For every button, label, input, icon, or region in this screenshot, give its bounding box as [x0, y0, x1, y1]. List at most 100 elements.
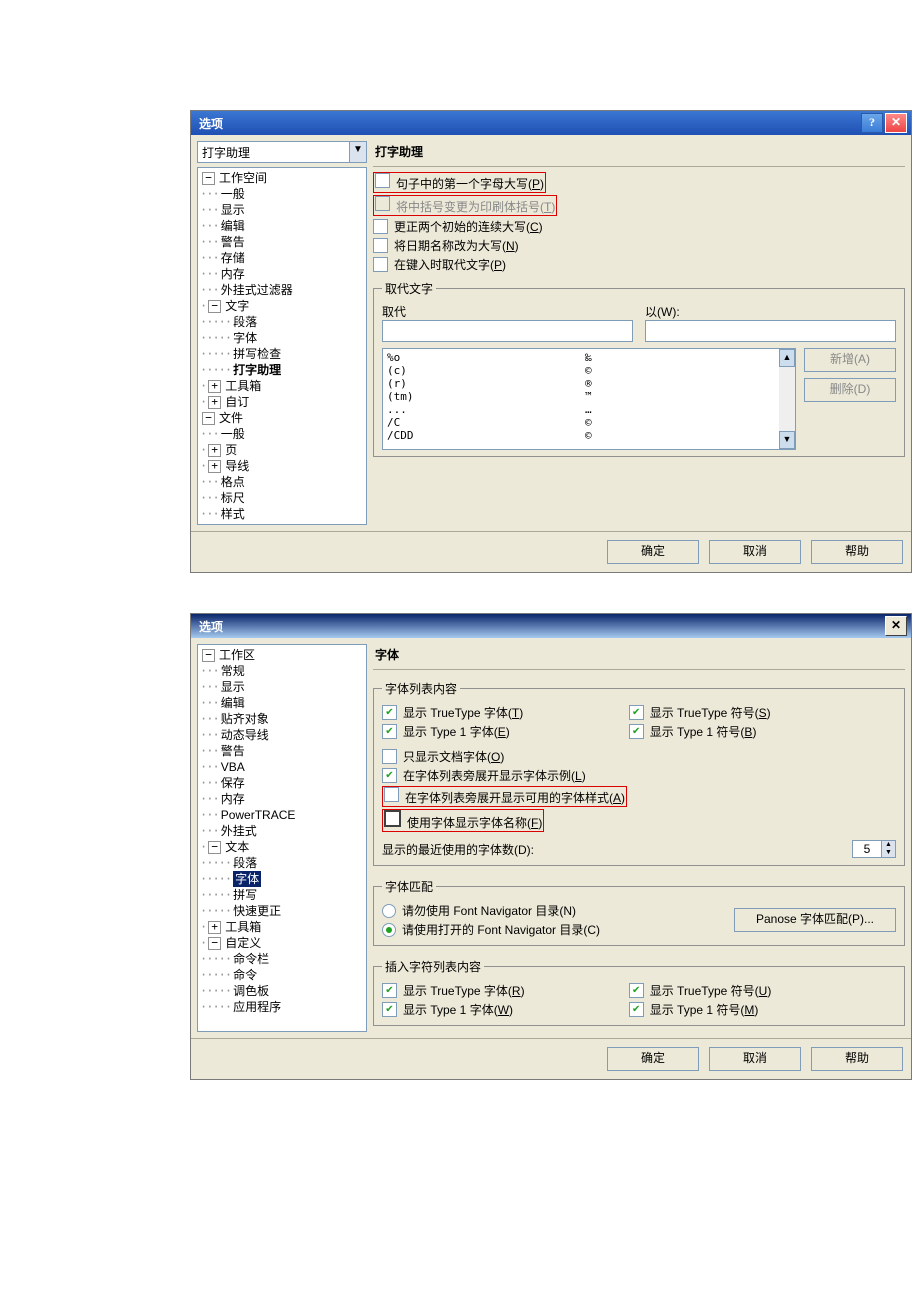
checkbox-option[interactable]: 显示 TrueType 字体(T): [382, 703, 629, 722]
checkbox-icon[interactable]: [629, 1002, 644, 1017]
tree-node[interactable]: ·····段落: [198, 855, 366, 871]
tree-toggle-icon[interactable]: −: [208, 300, 221, 313]
tree-node[interactable]: ···显示: [198, 679, 366, 695]
tree-node[interactable]: ···VBA: [198, 759, 366, 775]
delete-button[interactable]: 删除(D): [804, 378, 896, 402]
radio-option[interactable]: 请使用打开的 Font Navigator 目录(C): [382, 920, 734, 939]
category-tree[interactable]: −工作空间···一般···显示···编辑···警告···存储···内存···外挂…: [197, 167, 367, 525]
chevron-down-icon[interactable]: ▼: [349, 142, 366, 162]
tree-node[interactable]: ·+工具箱: [198, 919, 366, 935]
category-combo[interactable]: 打字助理 ▼: [197, 141, 367, 163]
tree-node[interactable]: ·+页: [198, 442, 366, 458]
cancel-button[interactable]: 取消: [709, 540, 801, 564]
checkbox-option[interactable]: 在字体列表旁展开显示可用的字体样式(A): [382, 785, 896, 808]
scroll-down-icon[interactable]: ▼: [779, 431, 795, 449]
checkbox-icon[interactable]: [384, 787, 399, 802]
ok-button[interactable]: 确定: [607, 1047, 699, 1071]
tree-node[interactable]: ···贴齐对象: [198, 711, 366, 727]
checkbox-option[interactable]: 更正两个初始的连续大写(C): [373, 217, 905, 236]
tree-toggle-icon[interactable]: +: [208, 380, 221, 393]
tree-toggle-icon[interactable]: +: [208, 460, 221, 473]
replace-input[interactable]: [382, 320, 633, 342]
radio-icon[interactable]: [382, 904, 396, 918]
checkbox-option[interactable]: 将日期名称改为大写(N): [373, 236, 905, 255]
tree-node[interactable]: ···动态导线: [198, 727, 366, 743]
checkbox-icon[interactable]: [382, 705, 397, 720]
tree-node[interactable]: −工作空间: [198, 170, 366, 186]
tree-node[interactable]: ·····字体: [198, 871, 366, 887]
tree-node[interactable]: ···警告: [198, 234, 366, 250]
tree-node[interactable]: ·+自订: [198, 394, 366, 410]
close-icon[interactable]: ✕: [885, 616, 907, 636]
checkbox-option[interactable]: 显示 Type 1 符号(B): [629, 722, 876, 741]
tree-node[interactable]: ·····应用程序: [198, 999, 366, 1015]
checkbox-option[interactable]: 将中括号变更为印刷体括号(T): [373, 194, 905, 217]
checkbox-icon[interactable]: [375, 196, 390, 211]
recent-value[interactable]: [853, 841, 881, 857]
tree-node[interactable]: ·····快速更正: [198, 903, 366, 919]
checkbox-icon[interactable]: [382, 983, 397, 998]
tree-node[interactable]: ·····命令栏: [198, 951, 366, 967]
help-button[interactable]: 帮助: [811, 1047, 903, 1071]
checkbox-icon[interactable]: [375, 173, 390, 188]
tree-node[interactable]: ···PowerTRACE: [198, 807, 366, 823]
tree-node[interactable]: ·····段落: [198, 314, 366, 330]
checkbox-icon[interactable]: [373, 238, 388, 253]
tree-node[interactable]: ···内存: [198, 791, 366, 807]
checkbox-option[interactable]: 只显示文档字体(O): [382, 747, 896, 766]
tree-node[interactable]: ·−自定义: [198, 935, 366, 951]
tree-toggle-icon[interactable]: −: [202, 412, 215, 425]
tree-toggle-icon[interactable]: −: [208, 841, 221, 854]
checkbox-icon[interactable]: [382, 768, 397, 783]
help-button[interactable]: 帮助: [811, 540, 903, 564]
tree-node[interactable]: ···格点: [198, 474, 366, 490]
tree-node[interactable]: ···常规: [198, 663, 366, 679]
checkbox-icon[interactable]: [373, 257, 388, 272]
tree-toggle-icon[interactable]: −: [208, 937, 221, 950]
panose-button[interactable]: Panose 字体匹配(P)...: [734, 908, 896, 932]
checkbox-icon[interactable]: [382, 749, 397, 764]
tree-node[interactable]: ···外挂式过滤器: [198, 282, 366, 298]
checkbox-icon[interactable]: [382, 724, 397, 739]
tree-node[interactable]: ·····打字助理: [198, 362, 366, 378]
radio-icon[interactable]: [382, 923, 396, 937]
tree-node[interactable]: ···编辑: [198, 695, 366, 711]
checkbox-option[interactable]: 显示 TrueType 符号(S): [629, 703, 876, 722]
checkbox-option[interactable]: 句子中的第一个字母大写(P): [373, 171, 905, 194]
tree-node[interactable]: ···显示: [198, 202, 366, 218]
tree-node[interactable]: ···内存: [198, 266, 366, 282]
tree-node[interactable]: ·····字体: [198, 330, 366, 346]
checkbox-option[interactable]: 在字体列表旁展开显示字体示例(L): [382, 766, 896, 785]
tree-toggle-icon[interactable]: −: [202, 172, 215, 185]
checkbox-icon[interactable]: [373, 219, 388, 234]
tree-node[interactable]: ···存储: [198, 250, 366, 266]
close-icon[interactable]: ✕: [885, 113, 907, 133]
tree-node[interactable]: ···样式: [198, 506, 366, 522]
tree-node[interactable]: −文件: [198, 410, 366, 426]
cancel-button[interactable]: 取消: [709, 1047, 801, 1071]
scrollbar[interactable]: ▲ ▼: [779, 349, 795, 449]
tree-node[interactable]: ·····拼写: [198, 887, 366, 903]
tree-toggle-icon[interactable]: +: [208, 444, 221, 457]
checkbox-icon[interactable]: [384, 810, 401, 827]
tree-node[interactable]: ···保存: [198, 775, 366, 791]
scroll-up-icon[interactable]: ▲: [779, 349, 795, 367]
checkbox-icon[interactable]: [629, 724, 644, 739]
category-tree[interactable]: −工作区···常规···显示···编辑···贴齐对象···动态导线···警告··…: [197, 644, 367, 1032]
checkbox-option[interactable]: 显示 Type 1 字体(E): [382, 722, 629, 741]
tree-node[interactable]: ·····拼写检查: [198, 346, 366, 362]
checkbox-icon[interactable]: [382, 1002, 397, 1017]
tree-node[interactable]: ···外挂式: [198, 823, 366, 839]
tree-node[interactable]: ···警告: [198, 743, 366, 759]
checkbox-icon[interactable]: [629, 705, 644, 720]
checkbox-option[interactable]: 显示 TrueType 字体(R): [382, 981, 629, 1000]
add-button[interactable]: 新增(A): [804, 348, 896, 372]
spin-up-icon[interactable]: ▲: [881, 841, 895, 849]
ok-button[interactable]: 确定: [607, 540, 699, 564]
spin-down-icon[interactable]: ▼: [881, 849, 895, 857]
checkbox-option[interactable]: 显示 Type 1 字体(W): [382, 1000, 629, 1019]
tree-toggle-icon[interactable]: −: [202, 649, 215, 662]
checkbox-option[interactable]: 显示 TrueType 符号(U): [629, 981, 876, 1000]
tree-node[interactable]: ···一般: [198, 186, 366, 202]
recent-spinner[interactable]: ▲▼: [852, 840, 896, 858]
